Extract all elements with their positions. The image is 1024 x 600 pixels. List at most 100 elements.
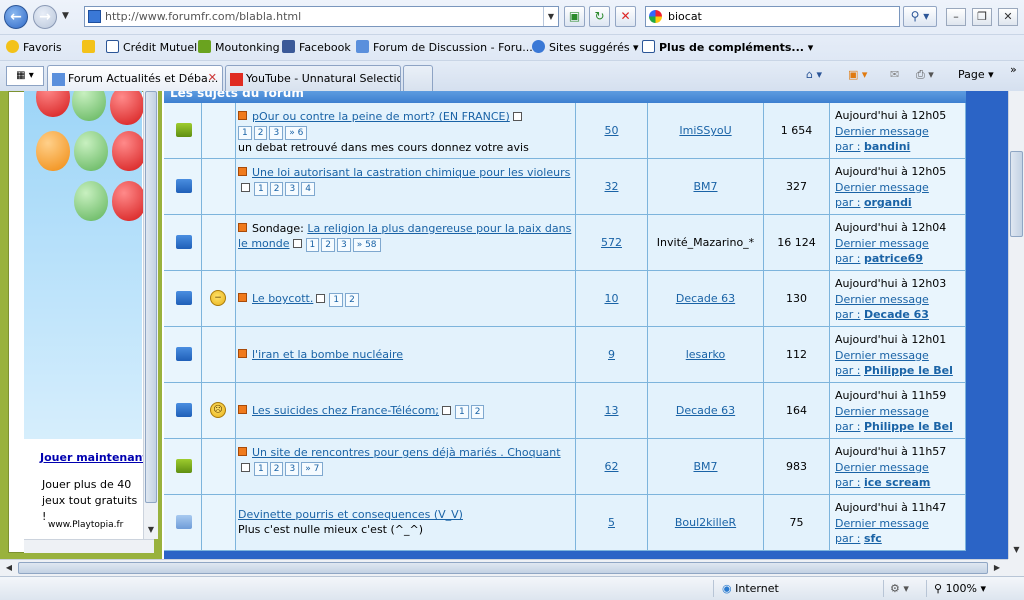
last-post-link[interactable]: Dernier message <box>835 349 929 362</box>
last-post-author[interactable]: patrice69 <box>864 252 923 265</box>
back-button[interactable]: ← <box>4 5 28 29</box>
folder-read-icon[interactable] <box>176 515 192 529</box>
replies-count[interactable]: 5 <box>576 516 647 529</box>
topic-title[interactable]: Le boycott. <box>252 292 313 305</box>
ad-title[interactable]: Jouer maintenant <box>40 451 148 464</box>
last-post-link[interactable]: Dernier message <box>835 293 929 306</box>
forward-button[interactable]: → <box>33 5 57 29</box>
close-tab-icon[interactable]: ✕ <box>208 71 217 84</box>
favorite-more-addons[interactable]: Plus de compléments... ▾ <box>642 40 813 54</box>
replies-count[interactable]: 9 <box>576 348 647 361</box>
replies-count[interactable]: 10 <box>576 292 647 305</box>
scroll-down-icon[interactable]: ▼ <box>1010 543 1023 557</box>
page-link[interactable]: 1 <box>238 126 252 140</box>
last-post-link[interactable]: Dernier message <box>835 461 929 474</box>
scroll-down-icon[interactable]: ▼ <box>145 523 157 537</box>
home-icon[interactable]: ⌂ ▾ <box>806 68 822 81</box>
protected-mode-icon[interactable]: ⚙ ▾ <box>890 582 909 595</box>
page-link[interactable]: 1 <box>254 182 268 196</box>
topic-author[interactable]: BM7 <box>648 460 763 473</box>
replies-count[interactable]: 572 <box>576 236 647 249</box>
page-link[interactable]: 3 <box>269 126 284 140</box>
page-link[interactable]: 2 <box>269 462 284 476</box>
page-link[interactable]: 2 <box>470 405 485 419</box>
topic-author[interactable]: ImiSSyoU <box>648 124 763 137</box>
folder-icon[interactable] <box>176 347 192 361</box>
last-post-link[interactable]: Dernier message <box>835 237 929 250</box>
page-link[interactable]: 3 <box>336 238 351 252</box>
history-dropdown-icon[interactable]: ▼ <box>62 11 69 21</box>
folder-icon[interactable] <box>176 179 192 193</box>
search-input[interactable]: biocat <box>645 6 900 27</box>
scroll-left-icon[interactable]: ◀ <box>2 561 16 575</box>
topic-title[interactable]: l'iran et la bombe nucléaire <box>252 348 403 361</box>
frame-horizontal-scrollbar[interactable] <box>24 539 154 553</box>
page-link[interactable]: 2 <box>253 126 268 140</box>
page-link[interactable]: » 6 <box>285 126 308 140</box>
frame-vertical-scrollbar[interactable]: ▼ <box>143 91 158 539</box>
add-favorite-icon[interactable] <box>82 40 99 54</box>
replies-count[interactable]: 32 <box>576 180 647 193</box>
search-button[interactable]: ⚲ ▾ <box>903 6 937 27</box>
close-button[interactable]: ✕ <box>998 8 1018 26</box>
folder-moved-icon[interactable] <box>176 403 192 417</box>
topic-title[interactable]: pOur ou contre la peine de mort? (EN FRA… <box>252 110 510 123</box>
folder-hot-icon[interactable] <box>176 123 192 137</box>
stop-icon[interactable]: ✕ <box>615 6 636 27</box>
page-menu[interactable]: Page ▾ <box>958 68 994 81</box>
last-post-author[interactable]: Philippe le Bel <box>864 364 953 377</box>
minimize-button[interactable]: – <box>946 8 966 26</box>
last-post-author[interactable]: Philippe le Bel <box>864 420 953 433</box>
scroll-right-icon[interactable]: ▶ <box>990 561 1004 575</box>
favorite-facebook[interactable]: Facebook <box>282 40 351 54</box>
page-link[interactable]: » 7 <box>301 462 324 476</box>
last-post-author[interactable]: bandini <box>864 140 910 153</box>
print-icon[interactable]: ⎙ ▾ <box>916 68 934 82</box>
favorites-button[interactable]: Favoris <box>6 40 62 54</box>
page-link[interactable]: 2 <box>269 182 284 196</box>
replies-count[interactable]: 13 <box>576 404 647 417</box>
poll-icon[interactable] <box>176 235 192 249</box>
last-post-link[interactable]: Dernier message <box>835 181 929 194</box>
tab-forum[interactable]: Forum Actualités et Déba... ✕ <box>47 65 223 92</box>
ad-site[interactable]: www.Playtopia.fr <box>48 520 123 530</box>
topic-title[interactable]: Un site de rencontres pour gens déjà mar… <box>252 446 561 459</box>
topic-author[interactable]: Decade 63 <box>648 292 763 305</box>
page-link[interactable]: 1 <box>305 238 320 252</box>
last-post-author[interactable]: organdi <box>864 196 912 209</box>
scroll-thumb[interactable] <box>18 562 988 574</box>
topic-author[interactable]: BM7 <box>648 180 763 193</box>
last-post-author[interactable]: ice scream <box>864 476 930 489</box>
page-link[interactable]: 3 <box>285 182 300 196</box>
scroll-thumb[interactable] <box>1010 151 1023 237</box>
favorite-credit-mutuel[interactable]: Crédit Mutuel <box>106 40 197 54</box>
topic-title[interactable]: Les suicides chez France-Télécom; <box>252 404 439 417</box>
topic-author[interactable]: Decade 63 <box>648 404 763 417</box>
page-link[interactable]: 1 <box>455 405 469 419</box>
folder-hot-icon[interactable] <box>176 459 192 473</box>
mail-icon[interactable]: ✉ <box>890 68 899 81</box>
replies-count[interactable]: 50 <box>576 124 647 137</box>
quick-tabs-icon[interactable]: ▦ ▾ <box>6 66 44 86</box>
favorite-moutonking[interactable]: Moutonking <box>198 40 280 54</box>
feeds-icon[interactable]: ▣ ▾ <box>848 68 867 81</box>
new-tab-button[interactable] <box>403 65 433 92</box>
page-link[interactable]: 1 <box>254 462 268 476</box>
address-bar[interactable]: http://www.forumfr.com/blabla.html ▼ <box>84 6 559 27</box>
zoom-control[interactable]: ⚲ 100% ▾ <box>934 582 986 595</box>
last-post-link[interactable]: Dernier message <box>835 125 929 138</box>
page-horizontal-scrollbar[interactable]: ◀ ▶ <box>0 559 1008 576</box>
topic-title[interactable]: Une loi autorisant la castration chimiqu… <box>252 166 570 179</box>
replies-count[interactable]: 62 <box>576 460 647 473</box>
tab-youtube[interactable]: YouTube - Unnatural Selectio... <box>225 65 401 92</box>
balloon-ad-image[interactable] <box>24 91 146 439</box>
restore-button[interactable]: ❐ <box>972 8 992 26</box>
page-vertical-scrollbar[interactable]: ▼ <box>1008 91 1024 559</box>
topic-title[interactable]: Devinette pourris et consequences (V_V) <box>238 508 463 521</box>
folder-icon[interactable] <box>176 291 192 305</box>
compatibility-icon[interactable]: ▣ <box>564 6 585 27</box>
page-link[interactable]: » 58 <box>352 238 381 252</box>
topic-author[interactable]: Boul2killeR <box>648 516 763 529</box>
topic-author[interactable]: lesarko <box>648 348 763 361</box>
page-link[interactable]: 3 <box>285 462 300 476</box>
